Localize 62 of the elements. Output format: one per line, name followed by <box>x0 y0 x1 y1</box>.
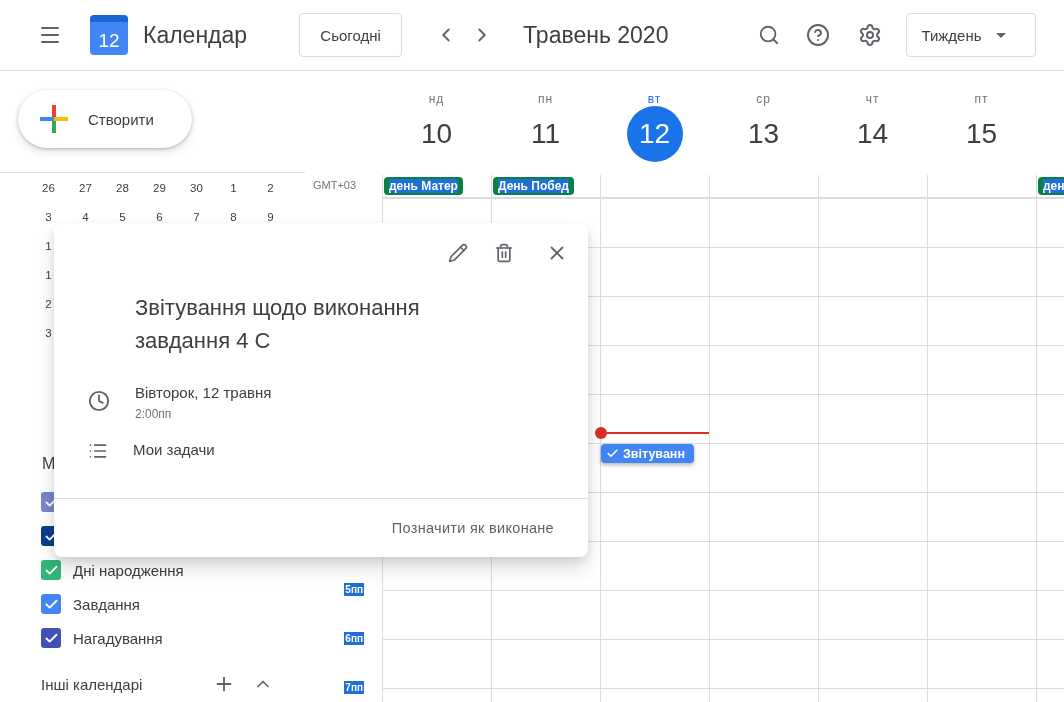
view-dropdown[interactable]: Тиждень <box>906 13 1037 57</box>
all-day-event[interactable]: ден <box>1038 177 1064 195</box>
hour-label: 5пп <box>344 583 364 596</box>
delete-icon[interactable] <box>494 241 514 265</box>
mini-calendar-day[interactable]: 3 <box>30 210 67 223</box>
search-icon[interactable] <box>758 24 781 46</box>
day-number[interactable]: 12 <box>626 106 683 162</box>
mini-calendar-day[interactable]: 29 <box>141 181 178 194</box>
day-number[interactable]: 10 <box>408 106 465 162</box>
calendar-checkbox[interactable] <box>41 594 61 614</box>
settings-icon[interactable] <box>858 23 883 47</box>
hour-label: 6пп <box>344 632 364 645</box>
day-name: вт <box>647 92 662 106</box>
calendar-checkbox[interactable] <box>41 560 61 580</box>
other-calendars-heading: Інші календарі <box>41 675 144 693</box>
help-icon[interactable] <box>806 23 831 47</box>
day-name: чт <box>865 92 880 106</box>
day-name: пт <box>974 92 989 106</box>
day-number[interactable]: 13 <box>735 106 792 162</box>
mini-calendar-day[interactable]: 28 <box>104 181 141 194</box>
day-name: нд <box>428 92 445 106</box>
mini-calendar-day[interactable]: 9 <box>252 210 289 223</box>
mini-calendar-day[interactable]: 30 <box>178 181 215 194</box>
task-list-name: Мои задачи <box>133 441 215 458</box>
mini-calendar-day[interactable]: 7 <box>178 210 215 223</box>
mini-calendar-day[interactable]: 4 <box>67 210 104 223</box>
event-time: 2:00пп <box>135 407 173 421</box>
event-date: Вівторок, 12 травня <box>135 384 272 401</box>
calendar-label: Завдання <box>73 595 140 613</box>
timezone-label: GMT+03 <box>312 178 358 193</box>
all-day-event[interactable]: День Побед <box>493 177 574 195</box>
mini-calendar-day[interactable]: 6 <box>141 210 178 223</box>
mini-calendar-day[interactable]: 2 <box>252 181 289 194</box>
mark-done-button[interactable]: Позначити як виконане <box>385 519 560 537</box>
task-chip[interactable]: Звітуванн <box>601 444 694 463</box>
today-button[interactable]: Сьогодні <box>299 13 403 57</box>
hour-label: 7пп <box>344 681 364 694</box>
app-title: Календар <box>143 21 248 49</box>
check-icon <box>606 447 619 460</box>
clock-icon <box>88 390 110 412</box>
mini-calendar-day[interactable]: 27 <box>67 181 104 194</box>
day-name: ср <box>756 92 771 106</box>
all-day-event[interactable]: день Матер <box>384 177 463 195</box>
event-title: Звітування щодо виконання завдання 4 С <box>135 294 421 355</box>
mini-calendar-day[interactable]: 1 <box>215 181 252 194</box>
day-number[interactable]: 15 <box>953 106 1010 162</box>
calendar-label: Нагадування <box>73 629 163 647</box>
caret-icon <box>995 32 1006 38</box>
calendar-checkbox[interactable] <box>41 628 61 648</box>
day-name: пн <box>537 92 554 106</box>
calendar-logo: 12 <box>90 15 128 55</box>
calendar-label: Дні народження <box>73 561 184 579</box>
create-button[interactable]: Створити <box>18 90 192 148</box>
day-number[interactable]: 14 <box>844 106 901 162</box>
edit-icon[interactable] <box>448 241 468 265</box>
period-title: Травень 2020 <box>523 21 669 49</box>
day-number[interactable]: 11 <box>517 106 574 162</box>
mini-calendar-day[interactable]: 8 <box>215 210 252 223</box>
section-heading: М <box>42 455 56 474</box>
list-icon <box>88 441 108 461</box>
mini-calendar-day[interactable]: 5 <box>104 210 141 223</box>
mini-calendar-day[interactable]: 26 <box>30 181 67 194</box>
